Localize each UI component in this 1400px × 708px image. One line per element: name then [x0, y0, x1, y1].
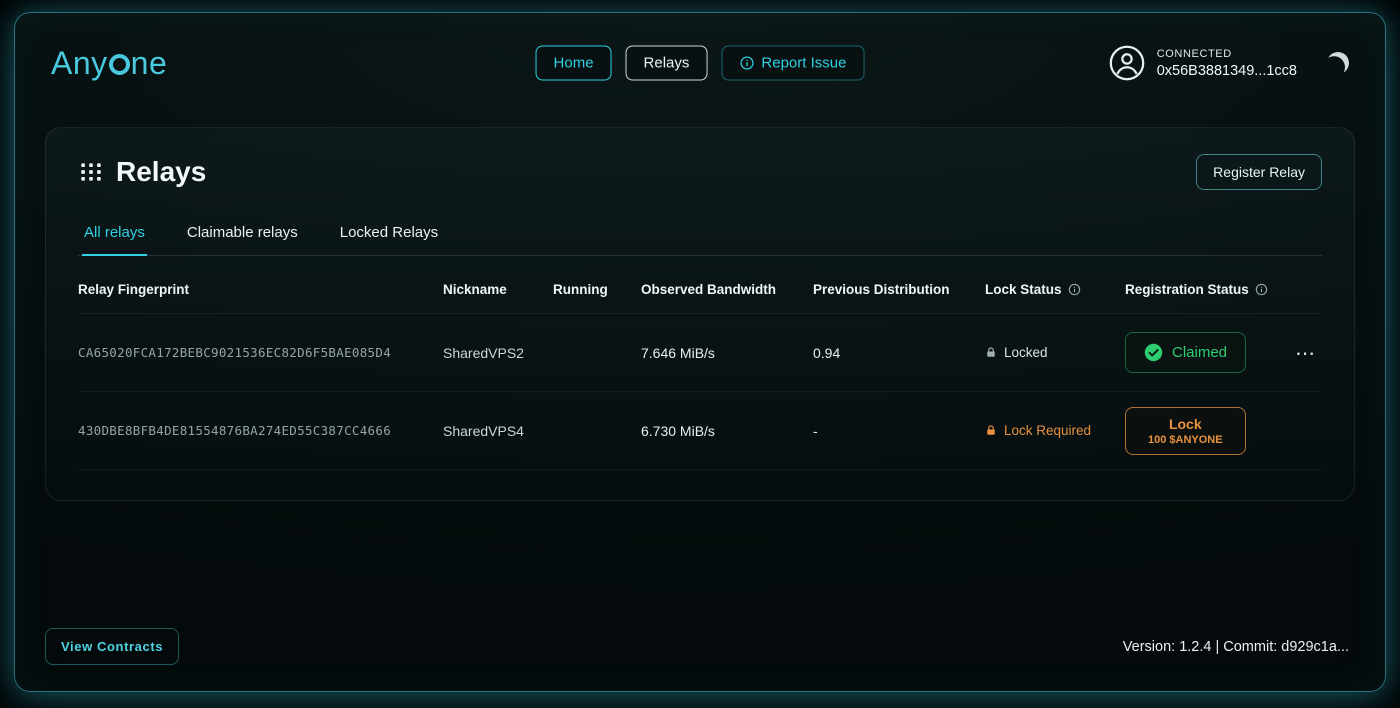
app-window: Anyne Home Relays Report Issue CONNECTED…	[14, 12, 1386, 692]
tab-all-relays[interactable]: All relays	[82, 214, 147, 256]
registration-status-header-label: Registration Status	[1125, 282, 1249, 297]
relays-grid-icon	[78, 159, 104, 185]
table-row: CA65020FCA172BEBC9021536EC82D6F5BAE085D4…	[78, 314, 1322, 392]
claimed-label: Claimed	[1172, 344, 1227, 361]
report-issue-label: Report Issue	[761, 55, 846, 72]
col-header-nickname: Nickname	[443, 282, 553, 297]
relays-title: Relays	[116, 156, 206, 188]
registration-status-cell: Claimed	[1125, 332, 1285, 373]
register-relay-button[interactable]: Register Relay	[1196, 154, 1322, 190]
nav-relays-button[interactable]: Relays	[626, 46, 708, 81]
col-header-registration-status: Registration Status	[1125, 282, 1285, 297]
lock-button-label: Lock	[1169, 416, 1202, 432]
lock-status: Lock Required	[985, 423, 1125, 438]
relay-nickname: SharedVPS4	[443, 423, 553, 439]
table-header-row: Relay Fingerprint Nickname Running Obser…	[78, 256, 1322, 314]
previous-distribution: 0.94	[813, 345, 985, 361]
tab-locked-relays[interactable]: Locked Relays	[338, 214, 440, 256]
observed-bandwidth: 7.646 MiB/s	[641, 345, 813, 361]
logo-text-prefix: Any	[51, 45, 108, 82]
relay-fingerprint: 430DBE8BFB4DE81554876BA274ED55C387CC4666	[78, 423, 443, 438]
nav-home-button[interactable]: Home	[536, 46, 612, 81]
col-header-running: Running	[553, 282, 641, 297]
relay-fingerprint: CA65020FCA172BEBC9021536EC82D6F5BAE085D4	[78, 345, 443, 360]
tab-claimable-relays[interactable]: Claimable relays	[185, 214, 300, 256]
claimed-button[interactable]: Claimed	[1125, 332, 1246, 373]
content-spacer	[15, 501, 1385, 628]
relays-panel: Relays Register Relay All relays Claimab…	[45, 127, 1355, 501]
col-header-fingerprint: Relay Fingerprint	[78, 282, 443, 297]
relay-nickname: SharedVPS2	[443, 345, 553, 361]
lock-status: Locked	[985, 345, 1125, 360]
registration-status-cell: Lock 100 $ANYONE	[1125, 407, 1285, 455]
logo[interactable]: Anyne	[51, 45, 167, 82]
top-bar: Anyne Home Relays Report Issue CONNECTED…	[15, 13, 1385, 113]
nav-report-issue-button[interactable]: Report Issue	[721, 46, 864, 81]
logo-text-suffix: ne	[131, 45, 168, 82]
report-issue-icon	[739, 56, 754, 71]
col-header-bandwidth: Observed Bandwidth	[641, 282, 813, 297]
header-right-zone: CONNECTED 0x56B3881349...1cc8	[1109, 45, 1349, 81]
relays-tabs: All relays Claimable relays Locked Relay…	[78, 214, 1322, 256]
row-actions: ⋯	[1285, 343, 1322, 363]
previous-distribution: -	[813, 423, 985, 439]
col-header-distribution: Previous Distribution	[813, 282, 985, 297]
registration-status-info-icon[interactable]	[1255, 283, 1268, 296]
col-header-lock-status: Lock Status	[985, 282, 1125, 297]
footer: View Contracts Version: 1.2.4 | Commit: …	[15, 628, 1385, 691]
dark-mode-moon-icon[interactable]	[1325, 50, 1352, 77]
logo-o-icon	[109, 54, 130, 75]
lock-icon	[985, 346, 997, 359]
wallet-address: 0x56B3881349...1cc8	[1157, 63, 1297, 79]
running-status	[553, 422, 641, 440]
wallet-status-label: CONNECTED	[1157, 48, 1297, 60]
table-row: 430DBE8BFB4DE81554876BA274ED55C387CC4666…	[78, 392, 1322, 470]
wallet-text: CONNECTED 0x56B3881349...1cc8	[1157, 48, 1297, 79]
lock-status-label: Lock Required	[1004, 423, 1091, 438]
lock-button-amount: 100 $ANYONE	[1148, 434, 1223, 446]
lock-icon	[985, 424, 997, 437]
running-status	[553, 344, 641, 362]
lock-tokens-button[interactable]: Lock 100 $ANYONE	[1125, 407, 1246, 455]
lock-status-header-label: Lock Status	[985, 282, 1062, 297]
version-info: Version: 1.2.4 | Commit: d929c1a...	[1123, 639, 1349, 655]
observed-bandwidth: 6.730 MiB/s	[641, 423, 813, 439]
avatar-icon	[1109, 45, 1145, 81]
view-contracts-button[interactable]: View Contracts	[45, 628, 179, 665]
relays-panel-header: Relays Register Relay	[78, 154, 1322, 190]
main-nav: Home Relays Report Issue	[536, 46, 865, 81]
check-circle-icon	[1144, 343, 1163, 362]
lock-status-label: Locked	[1004, 345, 1048, 360]
row-menu-ellipsis-button[interactable]: ⋯	[1295, 343, 1316, 363]
lock-status-info-icon[interactable]	[1068, 283, 1081, 296]
page-title: Relays	[78, 156, 206, 188]
wallet-account[interactable]: CONNECTED 0x56B3881349...1cc8	[1109, 45, 1297, 81]
